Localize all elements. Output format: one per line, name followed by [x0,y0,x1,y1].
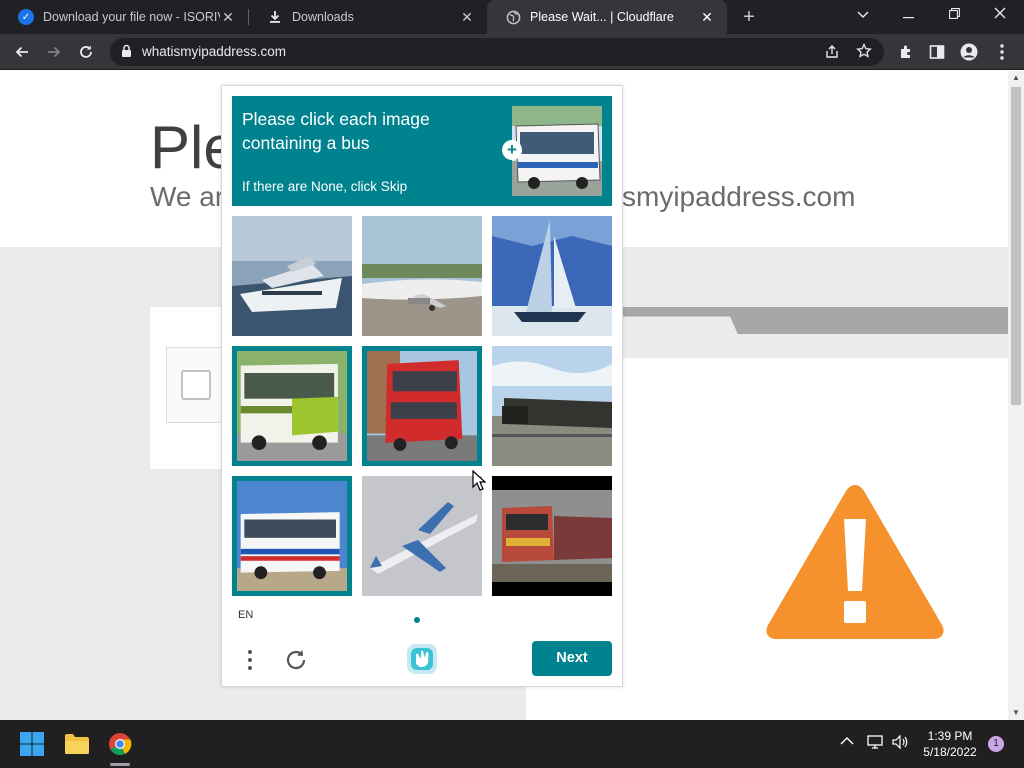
restore-icon[interactable] [932,0,976,30]
globe-icon [505,9,521,25]
new-tab-icon[interactable]: + [736,4,762,30]
share-icon[interactable] [824,44,840,65]
check-circle-icon: ✓ [18,9,34,25]
tab-cloudflare[interactable]: Please Wait... | Cloudflare ✕ [487,0,727,34]
tab-strip: ✓ Download your file now - ISORIV ✕ Down… [0,0,1024,34]
address-bar[interactable]: whatismyipaddress.com [110,38,884,66]
running-indicator [110,763,130,766]
download-icon [267,9,283,25]
captcha-prompt: Please click each image containing a bus… [232,96,612,206]
captcha-challenge: Please click each image containing a bus… [221,85,623,687]
start-icon[interactable] [14,726,50,762]
next-button[interactable]: Next [532,641,612,676]
captcha-tile-airplane-runway[interactable] [362,216,482,336]
menu-dots-icon[interactable] [240,644,260,676]
page-subtitle: We ar [150,181,225,212]
more-menu-icon[interactable] [989,39,1015,65]
volume-icon[interactable] [891,734,909,753]
captcha-tile-white-bus[interactable] [232,476,352,596]
network-icon[interactable] [866,734,884,753]
clock-date: 5/18/2022 [923,745,977,759]
tab-downloads[interactable]: Downloads ✕ [249,0,487,34]
language-selector[interactable]: EN [238,609,253,621]
page-scrollbar[interactable]: ▲ ▼ [1008,71,1024,720]
file-explorer-icon[interactable] [59,726,95,762]
captcha-checkbox[interactable] [181,370,211,400]
tab-search-icon[interactable] [841,0,885,30]
captcha-tile-airplane-flight[interactable] [362,476,482,596]
example-bus-image[interactable] [512,106,602,196]
close-icon[interactable]: ✕ [699,9,715,26]
close-window-icon[interactable] [978,0,1022,30]
hcaptcha-logo-icon[interactable] [405,642,439,676]
minimize-icon[interactable] [886,0,930,30]
browser-toolbar: whatismyipaddress.com [0,34,1024,70]
lock-icon[interactable] [121,44,132,63]
page-subtitle-domain: smyipaddress.com [622,181,856,212]
warning-icon [766,485,944,639]
tray-overflow-icon[interactable] [840,734,854,749]
refresh-icon[interactable] [280,644,312,676]
expand-example-icon[interactable]: + [502,140,522,160]
bookmark-star-icon[interactable] [856,42,872,64]
scroll-thumb[interactable] [1011,87,1021,405]
prompt-text: Please click each image containing a bus [242,109,430,153]
taskbar: 1:39 PM 5/18/2022 [0,720,1024,768]
system-clock[interactable]: 1:39 PM 5/18/2022 [916,728,984,760]
page-indicator [414,617,420,623]
mouse-cursor-icon [472,470,486,491]
captcha-tile-green-bus[interactable] [232,346,352,466]
reload-icon[interactable] [73,39,99,65]
clock-time: 1:39 PM [927,729,973,743]
skip-hint: If there are None, click Skip [242,179,408,194]
scroll-up-icon[interactable]: ▲ [1008,71,1024,85]
captcha-tile-red-double-decker[interactable] [362,346,482,466]
captcha-tile-yacht[interactable] [232,216,352,336]
back-icon[interactable] [9,39,35,65]
close-icon[interactable]: ✕ [220,9,236,26]
url-text: whatismyipaddress.com [142,44,287,59]
extensions-icon[interactable] [893,39,919,65]
captcha-tile-freight-train[interactable] [492,476,612,596]
side-panel-icon[interactable] [924,39,950,65]
tab-download-file[interactable]: ✓ Download your file now - ISORIV ✕ [0,0,248,34]
profile-icon[interactable] [956,39,982,65]
captcha-tile-train[interactable] [492,346,612,466]
close-icon[interactable]: ✕ [459,9,475,26]
captcha-tile-sailboat[interactable] [492,216,612,336]
forward-icon[interactable] [41,39,67,65]
notification-badge[interactable]: 1 [988,736,1004,752]
chrome-icon[interactable] [102,726,138,762]
scroll-down-icon[interactable]: ▼ [1008,706,1024,720]
